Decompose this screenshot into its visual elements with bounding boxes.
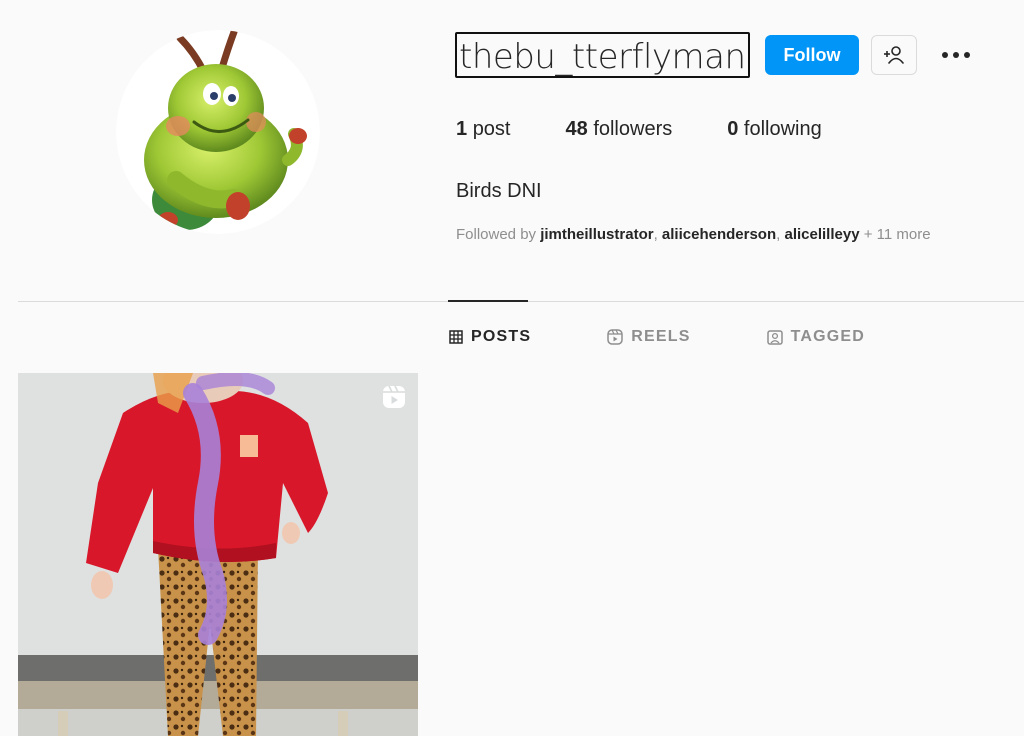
add-person-icon — [884, 46, 904, 64]
more-options-button[interactable] — [936, 38, 976, 72]
followed-by-more: + 11 more — [863, 226, 931, 243]
tab-tagged[interactable]: TAGGED — [766, 328, 866, 346]
suggested-users-button[interactable] — [871, 35, 917, 75]
following-count: 0 — [727, 118, 739, 140]
tab-label: POSTS — [471, 328, 532, 345]
profile-tabs: POSTS REELS TAGGED — [449, 328, 941, 346]
post-image — [18, 373, 418, 736]
active-tab-indicator — [448, 300, 528, 302]
posts-count: 1 — [456, 118, 468, 140]
profile-avatar[interactable] — [116, 30, 320, 234]
tagged-icon — [766, 329, 783, 345]
followers-label: followers — [593, 118, 673, 140]
following-label: following — [743, 118, 822, 140]
grid-icon — [449, 330, 463, 344]
profile-bio: Birds DNI — [456, 180, 542, 202]
followed-by-user: jimtheillustrator — [540, 226, 654, 243]
caterpillar-avatar-image — [116, 30, 320, 234]
followers-stat[interactable]: 48 followers — [566, 118, 673, 141]
profile-stats: 1 post 48 followers 0 following — [456, 118, 877, 141]
following-stat[interactable]: 0 following — [727, 118, 822, 141]
tab-label: REELS — [631, 328, 691, 345]
reel-icon — [382, 385, 406, 414]
posts-label: post — [472, 118, 511, 140]
post-thumbnail[interactable] — [18, 373, 418, 736]
tab-label: TAGGED — [790, 328, 866, 345]
followed-by-user: alicelilleyy — [784, 226, 860, 243]
follow-button[interactable]: Follow — [765, 35, 859, 75]
followed-by-user: aliicehenderson — [661, 226, 777, 243]
tab-posts[interactable]: POSTS — [449, 328, 531, 346]
profile-username: thebu_tterflyman — [455, 32, 750, 78]
followed-by-prefix: Followed by — [456, 226, 537, 243]
reels-icon — [607, 329, 623, 345]
followers-count: 48 — [565, 118, 588, 140]
followed-by[interactable]: Followed by jimtheillustrator, aliicehen… — [456, 226, 931, 243]
tab-reels[interactable]: REELS — [607, 328, 690, 346]
more-dots-icon — [942, 52, 970, 58]
posts-stat: 1 post — [456, 118, 511, 141]
